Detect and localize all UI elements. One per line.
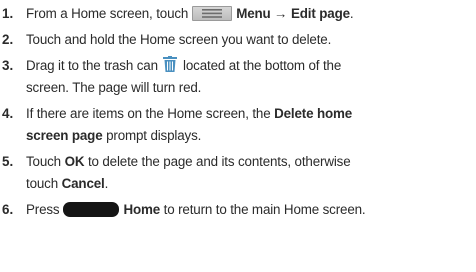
step-text-segment: located at the bottom of the bbox=[183, 58, 342, 73]
step-text-segment: . bbox=[104, 176, 109, 191]
cancel-label: Cancel bbox=[61, 176, 105, 191]
step-number: 2. bbox=[2, 32, 14, 47]
prompt-name-label: Delete home bbox=[274, 106, 353, 121]
step-text-segment: to delete the page and its contents, oth… bbox=[87, 154, 351, 169]
edit-page-label: Edit page bbox=[291, 6, 350, 21]
step-text: Drag it to the trash can located at the … bbox=[26, 55, 474, 99]
trash-can-icon bbox=[163, 56, 178, 73]
step-text-segment: screen. The page will turn red. bbox=[26, 80, 202, 95]
step-text: If there are items on the Home screen, t… bbox=[26, 103, 474, 147]
home-label: Home bbox=[123, 202, 161, 217]
step-text-segment: . bbox=[349, 6, 354, 21]
home-key-icon bbox=[63, 201, 120, 217]
step-text-segment: Touch bbox=[26, 154, 61, 169]
step-text-segment: If there are items on the Home screen, t… bbox=[26, 106, 271, 121]
prompt-name-label: screen page bbox=[26, 128, 103, 143]
menu-label: Menu bbox=[236, 6, 271, 21]
step-text-segment: From a Home screen, touch bbox=[26, 6, 189, 21]
step-number: 6. bbox=[2, 202, 14, 217]
step-text-segment: touch bbox=[26, 176, 59, 191]
step-text: Touch and hold the Home screen you want … bbox=[26, 32, 332, 47]
menu-key-icon bbox=[192, 5, 233, 21]
arrow-glyph: → bbox=[274, 6, 288, 21]
step-number: 3. bbox=[2, 58, 14, 73]
step-text: Touch OK to delete the page and its cont… bbox=[26, 151, 474, 195]
instruction-page: 1. From a Home screen, touch Menu → Edit … bbox=[0, 0, 476, 272]
ok-label: OK bbox=[64, 154, 85, 169]
step-text: Press Home to return to the main Home scr… bbox=[26, 199, 474, 221]
step-number: 4. bbox=[2, 106, 14, 121]
step-text-segment: prompt displays. bbox=[106, 128, 202, 143]
step-text-segment: Drag it to the trash can bbox=[26, 58, 158, 73]
step-number: 1. bbox=[2, 6, 14, 21]
step-text: From a Home screen, touch Menu → Edit pag… bbox=[26, 3, 474, 25]
step-number: 5. bbox=[2, 154, 14, 169]
step-text-segment: to return to the main Home screen. bbox=[163, 202, 366, 217]
step-text-segment: Press bbox=[26, 202, 60, 217]
